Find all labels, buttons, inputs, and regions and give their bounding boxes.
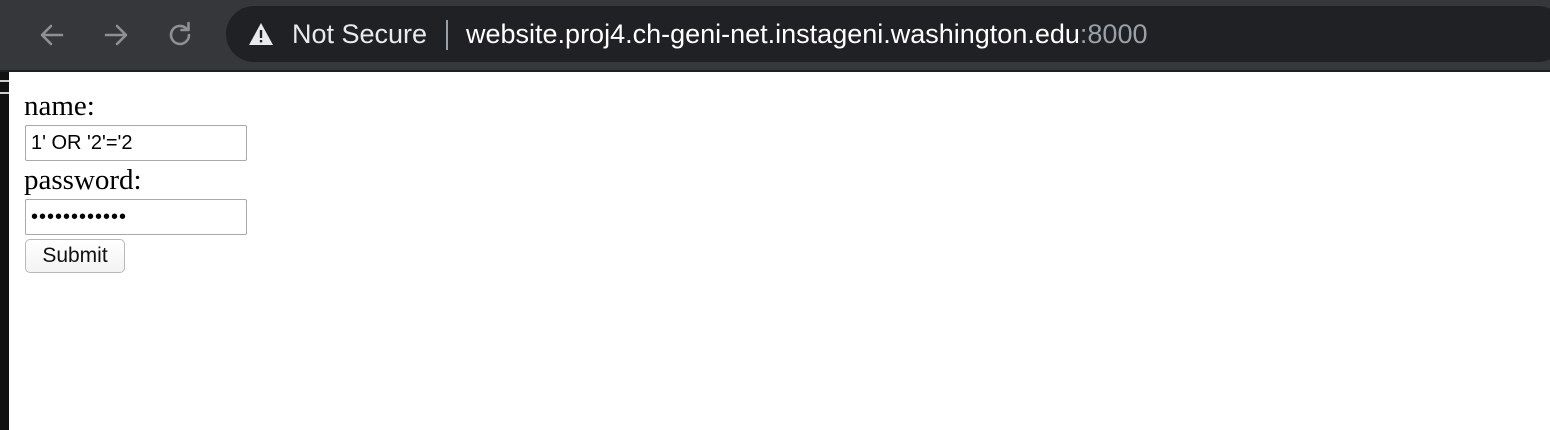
reload-button[interactable] xyxy=(162,15,198,55)
arrow-left-icon xyxy=(40,24,64,46)
login-form: name: password: Submit xyxy=(24,72,247,273)
address-bar[interactable]: Not Secure website.proj4.ch-geni-net.ins… xyxy=(226,6,1550,62)
name-input[interactable] xyxy=(25,125,247,161)
reload-icon xyxy=(169,21,191,46)
url-text[interactable]: website.proj4.ch-geni-net.instageni.wash… xyxy=(466,17,1147,51)
window-edge-marks xyxy=(0,80,9,94)
warning-triangle-icon[interactable] xyxy=(248,22,274,46)
back-button[interactable] xyxy=(34,15,70,55)
name-label: name: xyxy=(24,90,95,122)
password-label: password: xyxy=(24,164,142,196)
submit-button[interactable]: Submit xyxy=(25,239,125,273)
address-divider xyxy=(446,20,448,50)
arrow-right-icon xyxy=(104,24,128,46)
password-input[interactable] xyxy=(25,199,247,235)
browser-toolbar: Not Secure website.proj4.ch-geni-net.ins… xyxy=(0,0,1550,72)
forward-button[interactable] xyxy=(98,15,134,55)
url-port: :8000 xyxy=(1079,19,1148,49)
window-left-edge xyxy=(0,72,9,430)
security-status-label[interactable]: Not Secure xyxy=(292,17,427,51)
url-host: website.proj4.ch-geni-net.instageni.wash… xyxy=(466,19,1080,49)
